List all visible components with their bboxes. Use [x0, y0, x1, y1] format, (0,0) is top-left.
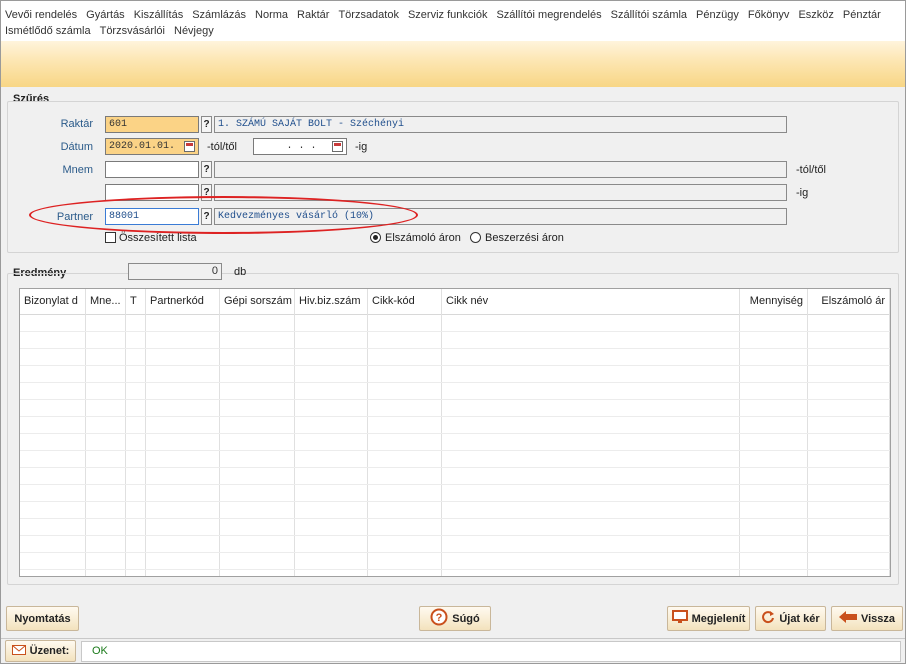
header-banner	[1, 41, 905, 87]
table-row[interactable]	[20, 451, 890, 468]
help-button[interactable]: ? Súgó	[419, 606, 491, 631]
table-row[interactable]	[20, 366, 890, 383]
envelope-icon	[11, 644, 26, 658]
menu-item[interactable]: Szállítói számla	[611, 7, 687, 23]
menu-item[interactable]: Pénzügy	[696, 7, 739, 23]
menu-item[interactable]: Szállítói megrendelés	[496, 7, 601, 23]
table-row[interactable]	[20, 519, 890, 536]
raktar-description: 1. SZÁMÚ SAJÁT BOLT - Széchényi	[214, 116, 787, 133]
datum-label: Dátum	[60, 141, 93, 153]
back-button[interactable]: Vissza	[831, 606, 903, 631]
refresh-icon	[761, 610, 775, 627]
table-row[interactable]	[20, 502, 890, 519]
menu-item[interactable]: Ismétlődő számla	[5, 23, 91, 39]
column-header[interactable]: Mennyiség	[740, 289, 808, 315]
new-request-button-label: Újat kér	[779, 612, 820, 625]
table-row[interactable]	[20, 536, 890, 553]
menu-row-1: Vevői rendelés Gyártás Kiszállítás Számlázá…	[5, 7, 901, 23]
radio-elszamolo[interactable]	[370, 232, 381, 243]
table-row[interactable]	[20, 485, 890, 502]
status-message: OK	[81, 641, 901, 662]
radio-beszerzesi[interactable]	[470, 232, 481, 243]
menu-item[interactable]: Norma	[255, 7, 288, 23]
column-header[interactable]: Cikk név	[442, 289, 740, 315]
menu-bar: Vevői rendelés Gyártás Kiszállítás Számlázá…	[1, 1, 905, 41]
raktar-input[interactable]: 601	[105, 116, 199, 133]
menu-item[interactable]: Pénztár	[843, 7, 881, 23]
osszesitett-label: Összesített lista	[119, 232, 197, 244]
menu-item[interactable]: Főkönyv	[748, 7, 790, 23]
column-header[interactable]: Mne...	[86, 289, 126, 315]
back-button-label: Vissza	[860, 612, 896, 625]
result-count-unit: db	[234, 266, 247, 278]
table-row[interactable]	[20, 383, 890, 400]
table-row[interactable]	[20, 468, 890, 485]
mnem-from-lookup-button[interactable]: ?	[201, 161, 212, 178]
arrow-left-icon	[838, 611, 857, 626]
mnem-from-description	[214, 161, 787, 178]
menu-item[interactable]: Névjegy	[174, 23, 214, 39]
datum-from-value: 2020.01.01.	[109, 141, 176, 152]
new-request-button[interactable]: Újat kér	[755, 606, 826, 631]
table-row[interactable]	[20, 400, 890, 417]
table-row[interactable]	[20, 315, 890, 332]
help-button-label: Súgó	[452, 612, 480, 625]
message-label: Üzenet:	[29, 645, 70, 657]
menu-item[interactable]: Vevői rendelés	[5, 7, 77, 23]
mnem-to-suffix: -ig	[796, 187, 809, 199]
datum-from-calendar-icon[interactable]	[184, 141, 195, 152]
raktar-label: Raktár	[60, 118, 93, 130]
column-header[interactable]: Gépi sorszám	[220, 289, 295, 315]
raktar-lookup-button[interactable]: ?	[201, 116, 212, 133]
status-bar: Üzenet: OK	[1, 638, 905, 663]
menu-item[interactable]: Számlázás	[192, 7, 246, 23]
menu-item[interactable]: Törzsvásárlói	[100, 23, 165, 39]
table-row[interactable]	[20, 332, 890, 349]
column-header[interactable]: Hiv.biz.szám	[295, 289, 368, 315]
datum-to-value: . . .	[286, 141, 317, 152]
menu-row-2: Ismétlődő számla Törzsvásárlói Névjegy	[5, 23, 901, 39]
menu-item[interactable]: Törzsadatok	[338, 7, 399, 23]
print-button[interactable]: Nyomtatás	[6, 606, 79, 631]
datum-to-suffix: -ig	[355, 141, 368, 153]
svg-text:?: ?	[436, 612, 443, 624]
column-header[interactable]: Cikk-kód	[368, 289, 442, 315]
radio-beszerzesi-label: Beszerzési áron	[485, 232, 564, 244]
menu-item[interactable]: Szerviz funkciók	[408, 7, 487, 23]
menu-item[interactable]: Eszköz	[798, 7, 833, 23]
menu-item[interactable]: Raktár	[297, 7, 329, 23]
column-header[interactable]: Bizonylat d	[20, 289, 86, 315]
help-icon: ?	[430, 608, 448, 629]
table-row[interactable]	[20, 349, 890, 366]
column-header[interactable]: Partnerkód	[146, 289, 220, 315]
menu-item[interactable]: Gyártás	[86, 7, 125, 23]
datum-from-suffix: -tól/től	[207, 141, 237, 153]
table-row[interactable]	[20, 434, 890, 451]
osszesitett-checkbox[interactable]	[105, 232, 116, 243]
menu-item[interactable]: Kiszállítás	[134, 7, 184, 23]
table-row[interactable]	[20, 417, 890, 434]
monitor-icon	[671, 610, 688, 627]
result-count: 0	[128, 263, 222, 280]
print-button-label: Nyomtatás	[14, 612, 71, 625]
mnem-label: Mnem	[62, 164, 93, 176]
column-header[interactable]: T	[126, 289, 146, 315]
red-highlight-oval	[29, 196, 418, 234]
result-table[interactable]: Bizonylat d Mne... T Partnerkód Gépi sorszám…	[19, 288, 891, 577]
column-header[interactable]: Elszámoló ár	[808, 289, 890, 315]
table-header: Bizonylat d Mne... T Partnerkód Gépi sorszám…	[20, 289, 890, 315]
radio-elszamolo-label: Elszámoló áron	[385, 232, 461, 244]
mnem-from-suffix: -tól/től	[796, 164, 826, 176]
show-button[interactable]: Megjelenít	[667, 606, 750, 631]
table-row[interactable]	[20, 553, 890, 570]
datum-to-calendar-icon[interactable]	[332, 141, 343, 152]
mnem-from-input[interactable]	[105, 161, 199, 178]
message-button[interactable]: Üzenet:	[5, 640, 76, 662]
show-button-label: Megjelenít	[691, 612, 746, 625]
